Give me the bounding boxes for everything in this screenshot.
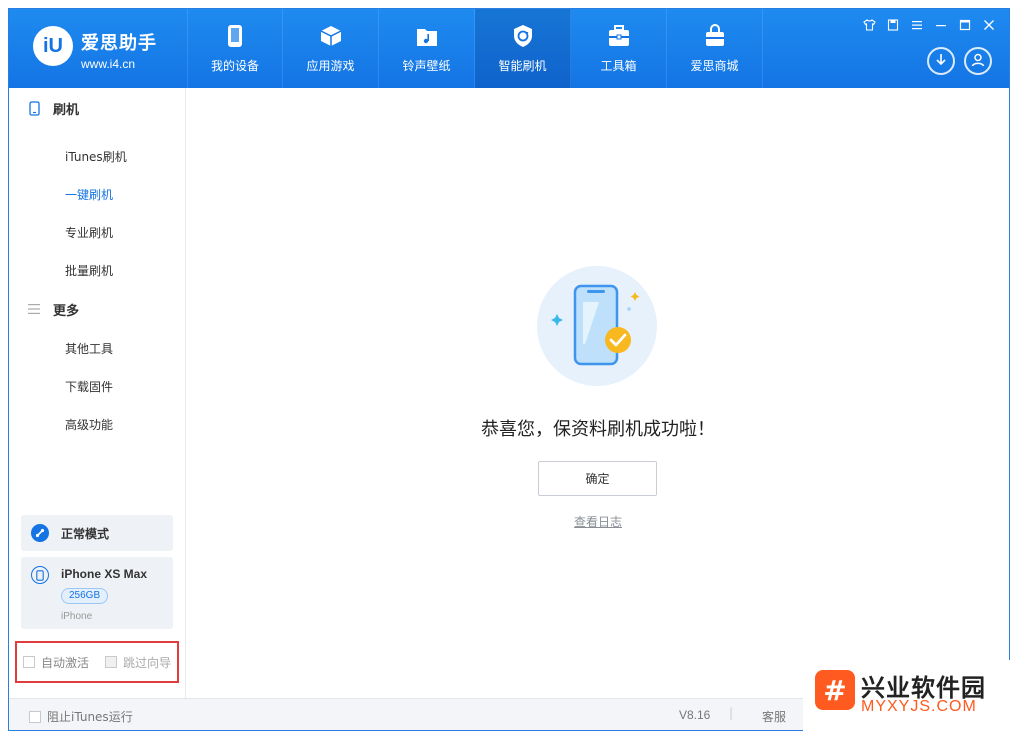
cube-icon [319,24,343,48]
site-watermark: # 兴业软件园 MYXYJS.COM [803,660,1018,731]
confirm-button[interactable]: 确定 [538,461,657,496]
device-info-card[interactable]: iPhone XS Max 256GB iPhone [21,557,173,629]
version-label: V8.16 [679,708,711,722]
nav-smart-flash[interactable]: 智能刷机 [475,9,571,88]
app-name: 爱思助手 [81,33,157,54]
maximize-icon[interactable] [957,17,973,33]
sidebar-item-other-tools[interactable]: 其他工具 [65,340,113,357]
checkbox-label: 跳过向导 [123,655,172,670]
sidebar-group-flash[interactable]: 刷机 [27,98,79,118]
phone-outline-icon [27,100,41,116]
nav-label: 工具箱 [600,58,637,73]
download-button[interactable] [927,47,955,75]
status-divider: | [729,706,734,720]
link-icon [31,524,49,542]
shopping-bag-icon [703,23,727,48]
device-phone-icon [31,566,49,584]
app-window: iU 爱思助手 www.i4.cn 我的设备 应用游戏 铃声壁纸 智能刷机 工具… [8,8,1010,731]
top-nav: 我的设备 应用游戏 铃声壁纸 智能刷机 工具箱 爱思商城 [187,9,763,88]
nav-label: 应用游戏 [306,58,355,73]
minimize-icon[interactable] [933,17,949,33]
logo-glyph: iU [43,34,63,57]
nav-store[interactable]: 爱思商城 [667,9,763,88]
watermark-subtitle: MYXYJS.COM [861,698,977,715]
app-logo: iU [33,26,73,66]
block-itunes-checkbox[interactable]: 阻止iTunes运行 [29,708,133,725]
nav-label: 铃声壁纸 [402,58,451,73]
sidebar-item-pro-flash[interactable]: 专业刷机 [65,224,113,241]
checkbox-label: 阻止iTunes运行 [47,710,133,724]
checkbox-box[interactable] [23,656,35,668]
customer-service-link[interactable]: 客服 [762,708,786,725]
nav-my-device[interactable]: 我的设备 [187,9,283,88]
options-highlight-box: 自动激活 跳过向导 [15,641,179,683]
device-type: iPhone [61,611,93,622]
watermark-glyph: # [823,673,847,707]
music-folder-icon [415,24,439,48]
shirt-icon[interactable] [861,17,877,33]
auto-activate-checkbox[interactable]: 自动激活 [23,654,89,671]
user-button[interactable] [964,47,992,75]
checkbox-box[interactable] [105,656,118,668]
sidebar-group-label: 更多 [53,303,80,319]
sidebar-item-itunes-flash[interactable]: iTunes刷机 [65,148,127,165]
refresh-shield-icon [511,24,535,48]
device-capacity-badge: 256GB [61,588,109,604]
nav-label: 我的设备 [210,58,259,73]
watermark-logo: # [815,670,855,710]
nav-toolbox[interactable]: 工具箱 [571,9,667,88]
sidebar-item-download-firmware[interactable]: 下载固件 [65,378,113,395]
sidebar-item-one-click-flash[interactable]: 一键刷机 [65,186,113,203]
nav-apps-games[interactable]: 应用游戏 [283,9,379,88]
sidebar-group-label: 刷机 [53,102,80,118]
phone-icon [223,24,247,48]
sidebar: 刷机 iTunes刷机 一键刷机 专业刷机 批量刷机 更多 其他工具 下载固件 … [9,88,186,698]
download-icon [934,53,948,70]
toolbox-icon [607,24,631,48]
nav-ringtones-wallpapers[interactable]: 铃声壁纸 [379,9,475,88]
note-icon[interactable] [885,17,901,33]
menu-icon[interactable] [909,17,925,33]
app-url: www.i4.cn [81,57,136,71]
header-bar: iU 爱思助手 www.i4.cn 我的设备 应用游戏 铃声壁纸 智能刷机 工具… [9,9,1009,88]
user-icon [970,52,986,71]
checkbox-box[interactable] [29,710,41,723]
sidebar-item-batch-flash[interactable]: 批量刷机 [65,262,113,279]
close-icon[interactable] [981,17,997,33]
view-log-link[interactable]: 查看日志 [187,513,1009,530]
device-mode-label: 正常模式 [61,526,110,541]
nav-label: 智能刷机 [498,58,547,73]
checkbox-label: 自动激活 [41,655,90,670]
logo-text: 爱思助手 www.i4.cn [81,29,157,71]
device-mode-card: 正常模式 [21,515,173,551]
nav-label: 爱思商城 [690,58,739,73]
success-illustration [537,266,657,386]
window-controls [861,17,997,33]
menu-lines-icon [27,302,41,316]
sidebar-item-advanced[interactable]: 高级功能 [65,416,113,433]
main-content: 恭喜您，保资料刷机成功啦！ 确定 查看日志 [187,88,1009,698]
device-name: iPhone XS Max [61,567,148,581]
skip-guide-checkbox[interactable]: 跳过向导 [105,654,171,671]
success-message: 恭喜您，保资料刷机成功啦！ [481,419,715,440]
sidebar-group-more[interactable]: 更多 [27,299,79,319]
